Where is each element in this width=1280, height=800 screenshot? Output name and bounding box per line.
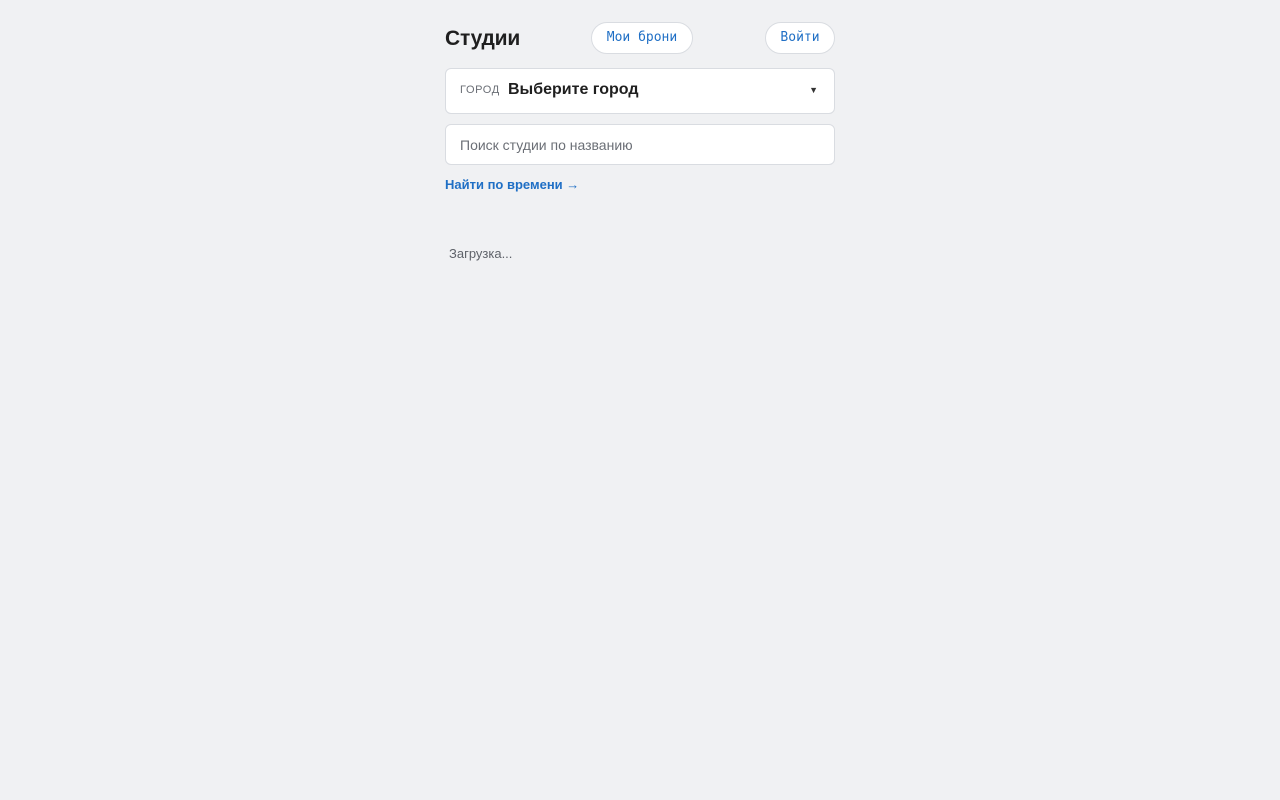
- my-bookings-button[interactable]: Мои брони: [591, 22, 693, 54]
- header: Студии Мои брони Войти: [445, 22, 835, 56]
- studios-page: Студии Мои брони Войти ГОРОД Выберите го…: [445, 22, 835, 261]
- login-button[interactable]: Войти: [765, 22, 835, 54]
- city-label: ГОРОД: [460, 84, 500, 96]
- studio-search-input[interactable]: [445, 124, 835, 165]
- loading-status: Загрузка...: [449, 246, 513, 261]
- city-selected-value: Выберите город: [508, 81, 639, 98]
- find-by-time-link[interactable]: Найти по времени →: [445, 177, 579, 192]
- city-select[interactable]: ГОРОД Выберите город ▼: [445, 68, 835, 114]
- page-title: Студии: [445, 27, 521, 50]
- chevron-down-icon: ▼: [809, 85, 818, 95]
